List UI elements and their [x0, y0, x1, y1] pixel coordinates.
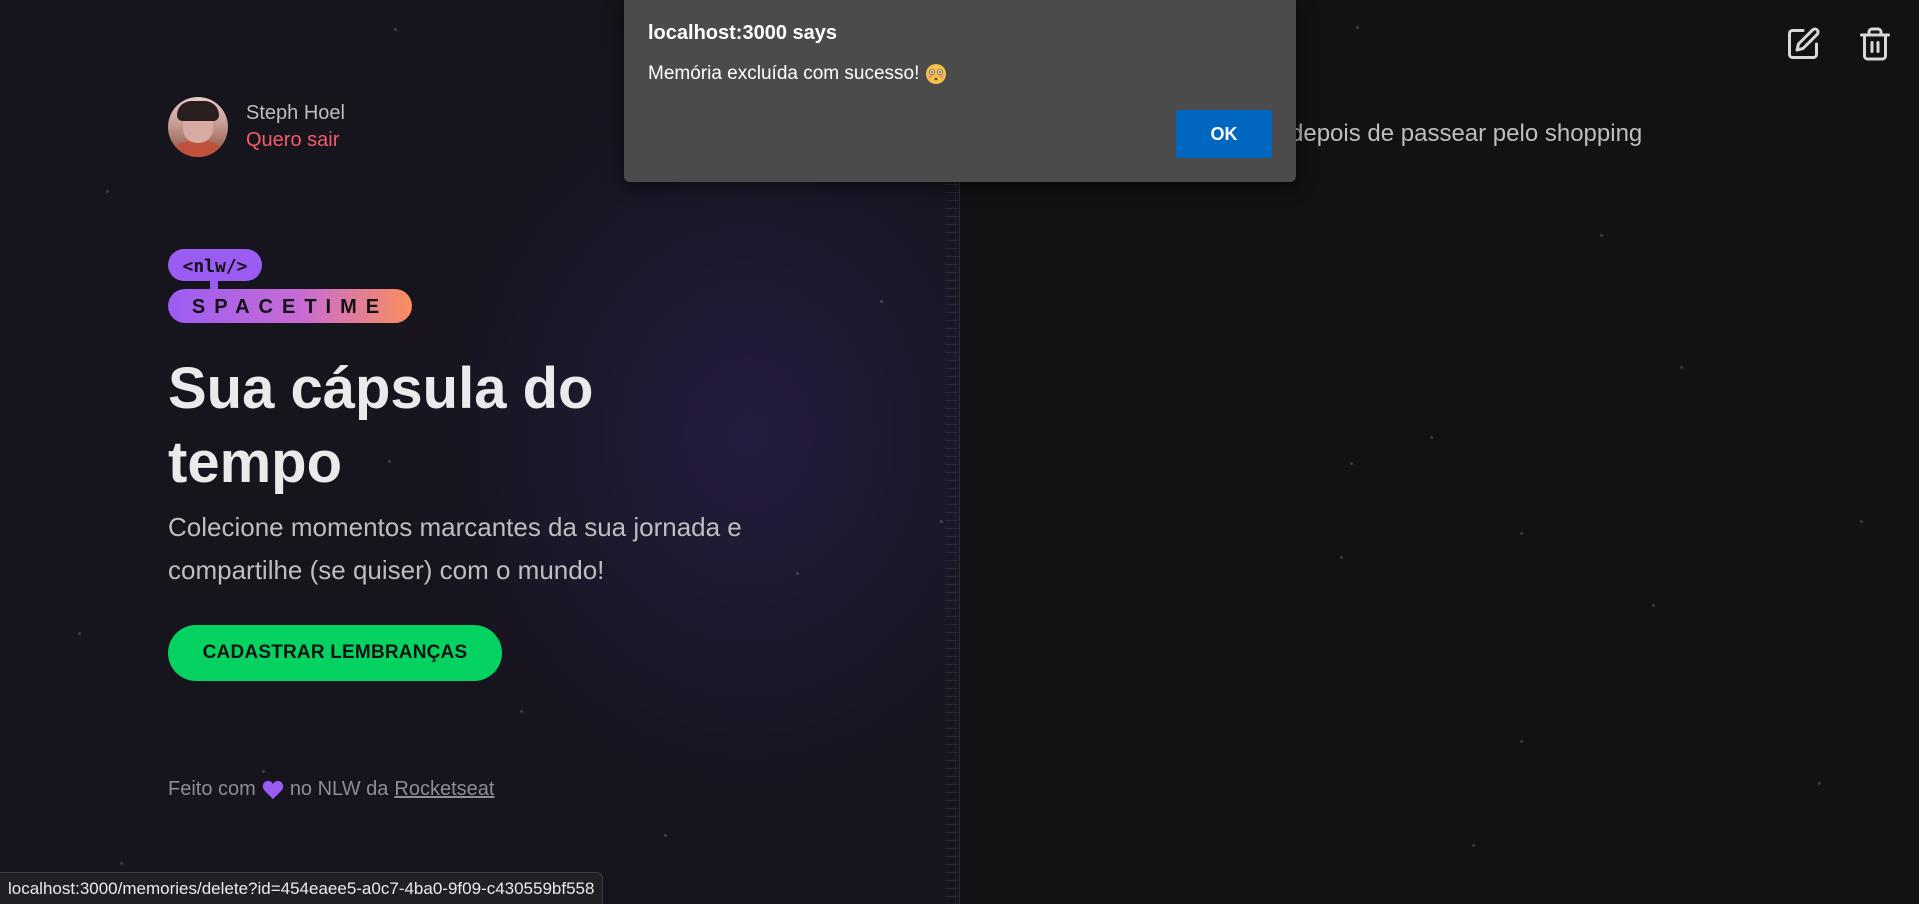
dialog-message-row: Memória excluída com sucesso!	[648, 63, 1272, 85]
nlw-spacetime-logo: <nlw/> SPACETIME	[168, 249, 412, 323]
register-memories-button[interactable]: CADASTRAR LEMBRANÇAS	[168, 625, 502, 681]
logout-link[interactable]: Quero sair	[246, 129, 345, 152]
rocketseat-link[interactable]: Rocketseat	[394, 778, 494, 801]
footer: Feito com no NLW da Rocketseat	[168, 778, 494, 801]
footer-middle: no NLW da	[289, 778, 389, 800]
edit-memory-button[interactable]	[1783, 24, 1823, 64]
dialog-message: Memória excluída com sucesso!	[648, 63, 920, 84]
memory-actions	[1783, 24, 1895, 64]
profile-name: Steph Hoel	[246, 102, 345, 124]
profile[interactable]: Steph Hoel Quero sair	[168, 97, 345, 157]
dialog-ok-button[interactable]: OK	[1176, 110, 1272, 158]
dialog-title: localhost:3000 says	[648, 22, 837, 44]
alert-dialog: localhost:3000 says Memória excluída com…	[624, 0, 1296, 182]
memory-text: depois de passear pelo shopping	[1290, 120, 1643, 147]
logo-word-text: SPACETIME	[192, 296, 388, 318]
footer-prefix: Feito com	[168, 778, 256, 800]
trash-icon	[1860, 27, 1890, 61]
avatar	[168, 97, 228, 157]
heart-icon	[262, 780, 283, 799]
flushed-face-icon	[926, 64, 947, 84]
logo-badge-text: <nlw/>	[182, 256, 247, 277]
page-subtitle: Colecione momentos marcantes da sua jorn…	[168, 512, 742, 585]
status-bar-url: localhost:3000/memories/delete?id=454eae…	[0, 872, 604, 904]
edit-icon	[1788, 27, 1820, 59]
delete-memory-button[interactable]	[1855, 24, 1895, 64]
page-headline: Sua cápsula do tempo	[168, 356, 594, 495]
app: Steph Hoel Quero sair <nlw/> SPACETIME S…	[0, 0, 1919, 904]
